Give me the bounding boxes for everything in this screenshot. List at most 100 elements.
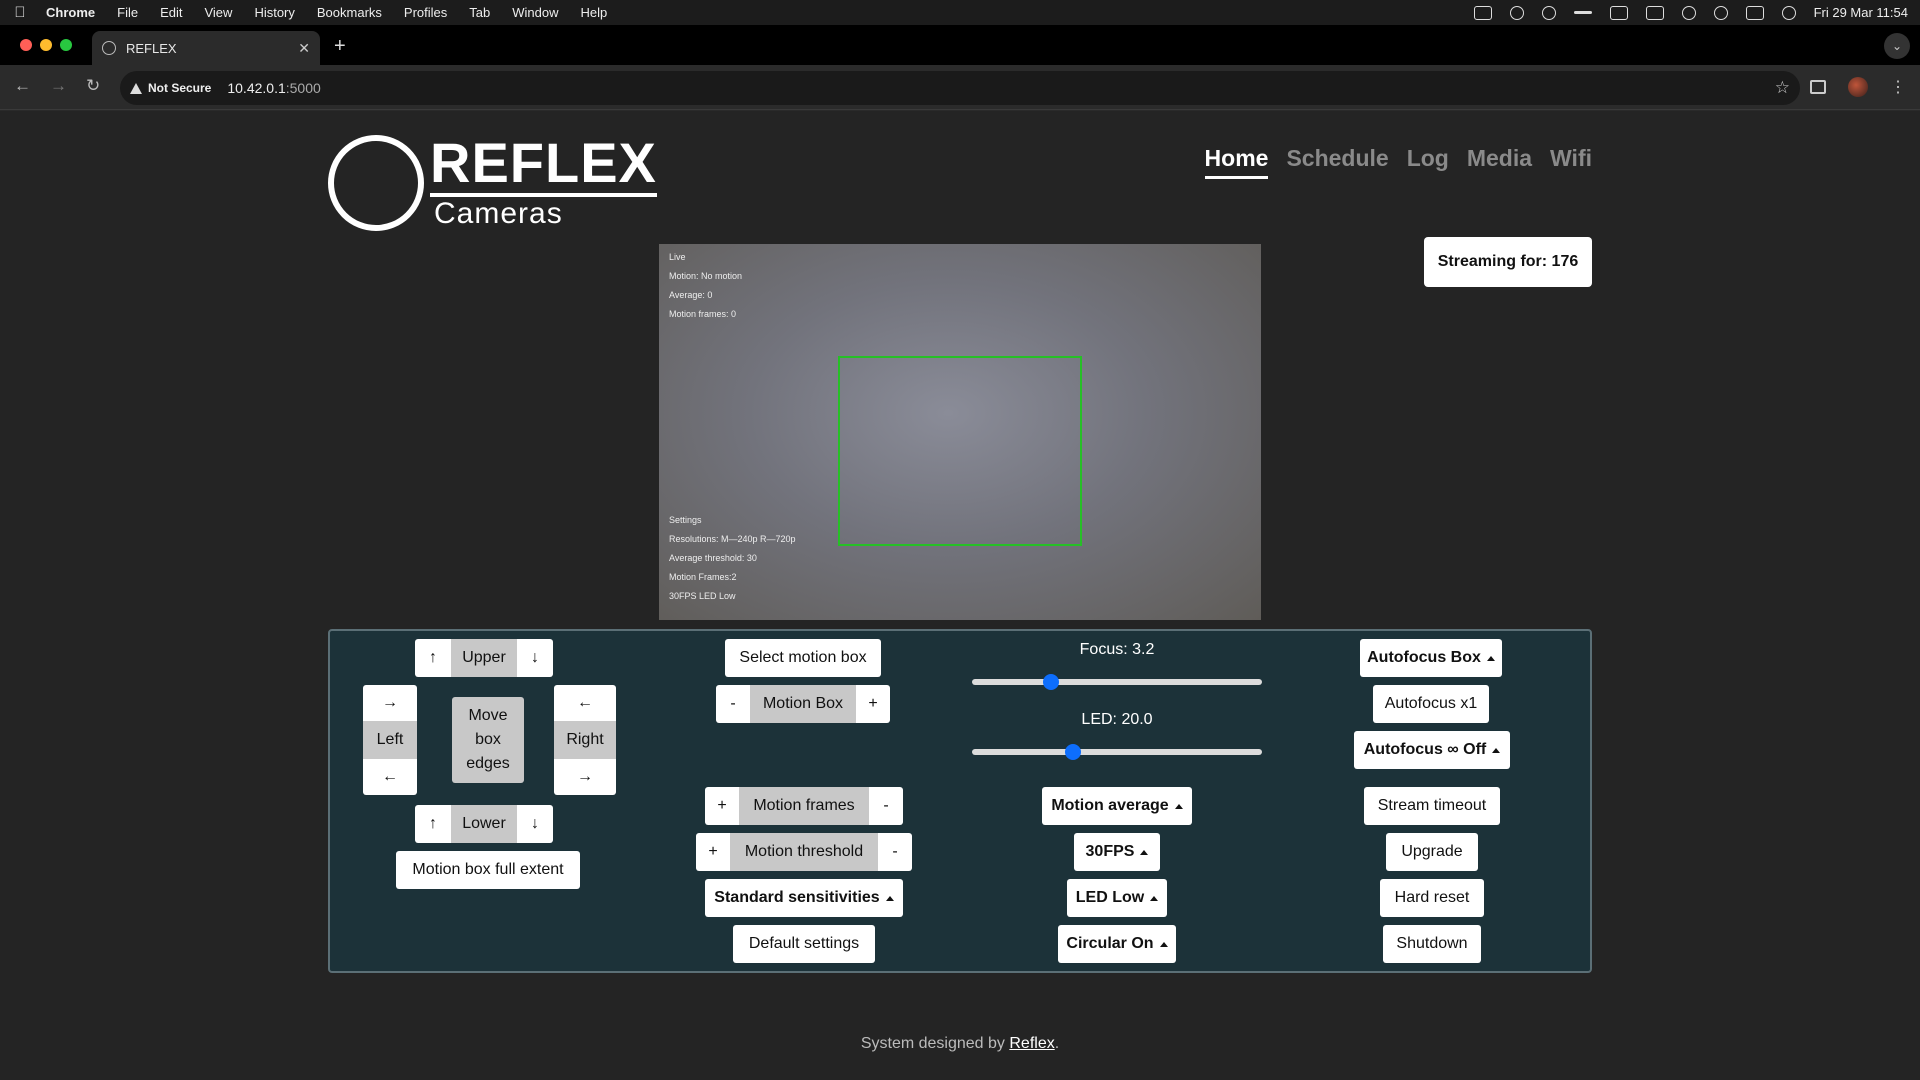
fps-dropdown[interactable]: 30FPS xyxy=(1074,833,1160,871)
lower-up-button[interactable]: ↑ xyxy=(415,805,451,843)
reflex-logo[interactable]: REFLEX Cameras xyxy=(328,135,657,231)
right-left-button[interactable]: ← xyxy=(554,685,616,721)
address-bar[interactable]: Not Secure 10.42.0.1:5000 ☆ xyxy=(120,71,1800,105)
display-icon[interactable] xyxy=(1609,5,1628,20)
menu-edit[interactable]: Edit xyxy=(160,5,182,20)
motion-frames-plus-button[interactable]: + xyxy=(705,787,739,825)
menu-help[interactable]: Help xyxy=(581,5,608,20)
vpn-shield-icon[interactable] xyxy=(1509,5,1524,20)
back-arrow-icon[interactable]: ← xyxy=(14,76,31,96)
menu-tab[interactable]: Tab xyxy=(469,5,490,20)
motion-average-label: Motion average xyxy=(1051,797,1169,814)
logo-title: REFLEX xyxy=(430,135,657,197)
side-panel-icon[interactable] xyxy=(1810,80,1826,94)
motion-box-minus-button[interactable]: - xyxy=(716,685,750,723)
left-right-button[interactable]: → xyxy=(363,685,417,721)
wifi-icon[interactable] xyxy=(1681,5,1696,20)
footer-reflex-link[interactable]: Reflex xyxy=(1009,1035,1054,1052)
fps-label: 30FPS xyxy=(1085,843,1135,860)
motion-average-dropdown[interactable]: Motion average xyxy=(1042,787,1192,825)
nav-schedule[interactable]: Schedule xyxy=(1286,145,1388,179)
motion-box-group: - Motion Box + xyxy=(716,685,890,723)
focus-slider-thumb[interactable] xyxy=(1043,674,1060,690)
toolbar-right: ⋮ xyxy=(1810,77,1906,97)
autofocus-box-dropdown[interactable]: Autofocus Box xyxy=(1360,639,1502,677)
nav-media[interactable]: Media xyxy=(1467,145,1532,179)
motion-box-plus-button[interactable]: + xyxy=(856,685,890,723)
circular-dropdown[interactable]: Circular On xyxy=(1058,925,1176,963)
motion-threshold-minus-button[interactable]: - xyxy=(878,833,912,871)
live-video-feed[interactable]: Live Motion: No motion Average: 0 Motion… xyxy=(659,244,1261,620)
logo-text: REFLEX Cameras xyxy=(430,135,657,231)
menu-window[interactable]: Window xyxy=(512,5,558,20)
led-slider[interactable] xyxy=(972,744,1262,760)
warning-icon xyxy=(130,82,142,94)
default-settings-button[interactable]: Default settings xyxy=(733,925,875,963)
lower-down-button[interactable]: ↓ xyxy=(517,805,553,843)
upper-up-button[interactable]: ↑ xyxy=(415,639,451,677)
left-label: Left xyxy=(363,721,417,759)
shutdown-button[interactable]: Shutdown xyxy=(1383,925,1481,963)
siri-icon[interactable] xyxy=(1781,5,1796,20)
reload-icon[interactable]: ↻ xyxy=(86,76,100,96)
menu-bookmarks[interactable]: Bookmarks xyxy=(317,5,382,20)
nav-home[interactable]: Home xyxy=(1204,145,1269,179)
close-tab-icon[interactable]: ✕ xyxy=(298,40,310,57)
volume-icon[interactable] xyxy=(1573,11,1592,14)
close-window-button[interactable] xyxy=(20,39,32,51)
motion-frames-group: + Motion frames - xyxy=(705,787,903,825)
minimize-window-button[interactable] xyxy=(40,39,52,51)
browser-tab[interactable]: REFLEX ✕ xyxy=(92,31,320,65)
select-motion-box-button[interactable]: Select motion box xyxy=(725,639,881,677)
menubar-clock[interactable]: Fri 29 Mar 11:54 xyxy=(1814,5,1908,20)
security-shield-icon[interactable] xyxy=(1541,5,1556,20)
tab-search-chevron-icon[interactable]: ⌄ xyxy=(1884,33,1910,59)
control-center-icon[interactable] xyxy=(1745,5,1764,20)
menu-profiles[interactable]: Profiles xyxy=(404,5,447,20)
battery-icon[interactable] xyxy=(1645,5,1664,20)
nav-wifi[interactable]: Wifi xyxy=(1550,145,1592,179)
menu-view[interactable]: View xyxy=(204,5,232,20)
right-right-button[interactable]: → xyxy=(554,759,616,795)
upgrade-button[interactable]: Upgrade xyxy=(1386,833,1478,871)
globe-icon xyxy=(102,41,116,55)
motion-box-full-extent-button[interactable]: Motion box full extent xyxy=(396,851,580,889)
nav-log[interactable]: Log xyxy=(1407,145,1449,179)
forward-arrow-icon[interactable]: → xyxy=(50,76,67,96)
move-box-edges: Move box edges xyxy=(452,697,524,783)
not-secure-label: Not Secure xyxy=(148,81,212,95)
led-level-dropdown[interactable]: LED Low xyxy=(1067,879,1167,917)
apple-icon[interactable]:  xyxy=(12,4,28,21)
menu-chrome[interactable]: Chrome xyxy=(46,5,95,20)
hard-reset-button[interactable]: Hard reset xyxy=(1380,879,1484,917)
more-menu-icon[interactable]: ⋮ xyxy=(1890,77,1906,97)
led-slider-thumb[interactable] xyxy=(1065,744,1082,760)
security-indicator[interactable]: Not Secure xyxy=(130,81,211,95)
motion-threshold-plus-button[interactable]: + xyxy=(696,833,730,871)
footer-prefix: System designed by xyxy=(860,1035,1010,1052)
screen-mirror-icon[interactable] xyxy=(1473,5,1492,20)
profile-avatar[interactable] xyxy=(1848,77,1868,97)
osd-average: Average: 0 xyxy=(669,290,713,300)
osd-average-threshold: Average threshold: 30 xyxy=(669,553,757,563)
menu-file[interactable]: File xyxy=(117,5,138,20)
caret-up-icon xyxy=(1140,849,1149,855)
autofocus-infinity-dropdown[interactable]: Autofocus ∞ Off xyxy=(1354,731,1510,769)
led-label: LED: 20.0 xyxy=(1081,711,1153,728)
motion-frames-minus-button[interactable]: - xyxy=(869,787,903,825)
osd-top: Live Motion: No motion Average: 0 Motion… xyxy=(669,248,742,324)
upper-down-button[interactable]: ↓ xyxy=(517,639,553,677)
upper-edge-group: ↑ Upper ↓ xyxy=(415,639,553,677)
left-left-button[interactable]: ← xyxy=(363,759,417,795)
focus-slider[interactable] xyxy=(972,674,1262,690)
bookmark-star-icon[interactable]: ☆ xyxy=(1775,78,1790,98)
osd-bottom: Settings Resolutions: M—240p R—720p Aver… xyxy=(669,511,796,606)
autofocus-x1-button[interactable]: Autofocus x1 xyxy=(1373,685,1489,723)
standard-sensitivities-dropdown[interactable]: Standard sensitivities xyxy=(705,879,903,917)
browser-tabstrip: REFLEX ✕ + ⌄ xyxy=(0,25,1920,65)
stream-timeout-button[interactable]: Stream timeout xyxy=(1364,787,1500,825)
new-tab-icon[interactable]: + xyxy=(334,35,346,58)
spotlight-search-icon[interactable] xyxy=(1713,5,1728,20)
menu-history[interactable]: History xyxy=(254,5,294,20)
zoom-window-button[interactable] xyxy=(60,39,72,51)
